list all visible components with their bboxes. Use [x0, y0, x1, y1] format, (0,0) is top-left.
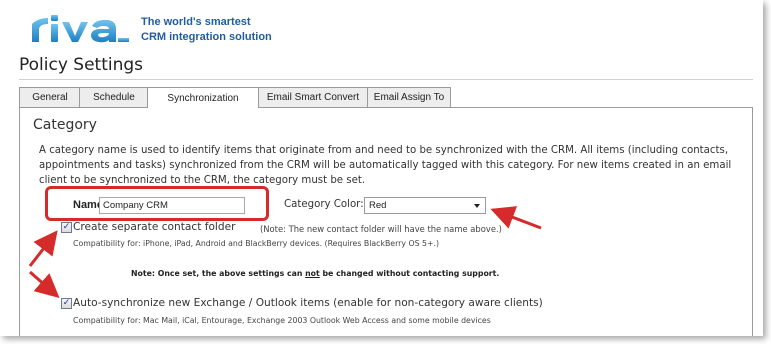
settings-warning: Note: Once set, the above settings can n… — [131, 269, 500, 278]
category-color-value: Red — [369, 200, 387, 211]
auto-sync-compatibility: Compatibility for: Mac Mail, iCal, Entou… — [73, 316, 491, 325]
category-color-label: Category Color: — [284, 199, 364, 210]
category-description: A category name is used to identify item… — [39, 145, 732, 186]
contact-folder-label: Create separate contact folder — [73, 221, 236, 233]
warning-emphasis: not — [305, 269, 320, 278]
category-heading: Category — [33, 117, 97, 133]
category-color-select[interactable]: Red — [364, 197, 486, 214]
tab-synchronization[interactable]: Synchronization — [147, 87, 259, 108]
page-title: Policy Settings — [19, 55, 144, 75]
tab-email-assign-to[interactable]: Email Assign To — [367, 87, 451, 107]
chevron-down-icon — [474, 204, 480, 208]
riva-logo — [32, 15, 129, 43]
tab-general[interactable]: General — [19, 87, 81, 107]
tagline-line2: CRM integration solution — [141, 31, 272, 43]
tab-schedule[interactable]: Schedule — [79, 87, 149, 107]
checkmark-icon: ✓ — [62, 222, 71, 232]
auto-sync-checkbox[interactable]: ✓ — [61, 298, 72, 309]
screenshot-frame: The world's smartest CRM integration sol… — [0, 0, 763, 336]
contact-folder-compatibility: Compatibility for: iPhone, iPad, Android… — [73, 239, 440, 248]
category-name-input[interactable] — [99, 197, 245, 214]
contact-folder-note: (Note: The new contact folder will have … — [260, 224, 502, 234]
title-divider — [19, 79, 753, 80]
auto-sync-label: Auto-synchronize new Exchange / Outlook … — [73, 297, 543, 309]
tagline-line1: The world's smartest — [141, 16, 251, 28]
checkmark-icon: ✓ — [62, 298, 71, 308]
tab-email-smart-convert[interactable]: Email Smart Convert — [257, 87, 369, 107]
contact-folder-checkbox[interactable]: ✓ — [61, 222, 72, 233]
synchronization-panel: Category A category name is used to iden… — [19, 107, 753, 336]
tagline: The world's smartest CRM integration sol… — [141, 15, 272, 45]
